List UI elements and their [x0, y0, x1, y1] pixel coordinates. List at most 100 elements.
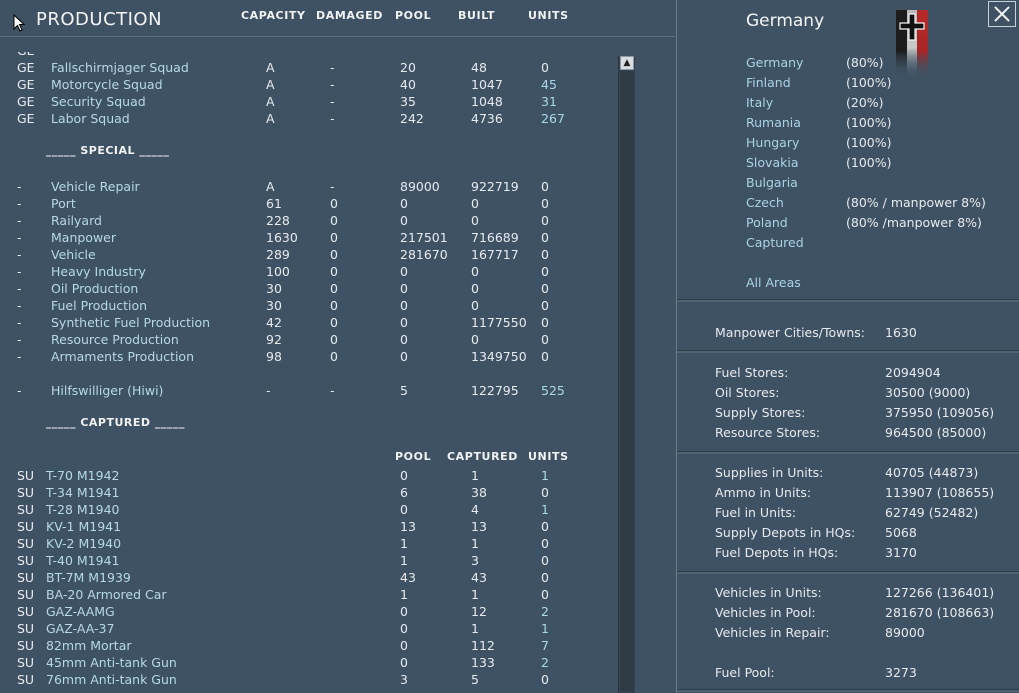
- fuel-pool-value: 3273: [885, 665, 917, 680]
- scrollbar[interactable]: ▲: [618, 56, 635, 693]
- row-captured: 38: [471, 485, 487, 500]
- all-areas-link[interactable]: All Areas: [746, 275, 801, 291]
- table-row[interactable]: - Fuel Production 30 0 0 0 0: [0, 297, 620, 314]
- area-link[interactable]: Slovakia: [746, 155, 798, 171]
- captured-row[interactable]: SU GAZ-AAMG 0 12 2: [0, 603, 620, 620]
- captured-row[interactable]: SU T-34 M1941 6 38 0: [0, 484, 620, 501]
- area-link[interactable]: Czech: [746, 195, 784, 211]
- table-row[interactable]: - Armaments Production 98 0 0 1349750 0: [0, 348, 620, 365]
- row-pool: 0: [400, 349, 408, 364]
- row-damaged: 0: [330, 332, 338, 347]
- row-prefix: -: [17, 332, 22, 347]
- area-link[interactable]: Poland: [746, 215, 788, 231]
- stat-value: 40705 (44873): [885, 465, 979, 480]
- captured-row[interactable]: SU T-70 M1942 0 1 1: [0, 467, 620, 484]
- row-damaged: 0: [330, 349, 338, 364]
- row-name: Fuel Production: [51, 298, 148, 313]
- captured-row[interactable]: SU GAZ-AA-37 0 1 1: [0, 620, 620, 637]
- stat-value: 127266 (136401): [885, 585, 995, 600]
- table-row[interactable]: - Hilfswilliger (Hiwi) - - 5 122795 525: [0, 382, 620, 399]
- row-units: 1: [541, 468, 549, 483]
- row-name: Security Squad: [51, 94, 146, 109]
- table-row[interactable]: - Oil Production 30 0 0 0 0: [0, 280, 620, 297]
- row-prefix: -: [17, 349, 22, 364]
- row-built: 0: [471, 332, 479, 347]
- area-link[interactable]: Captured: [746, 235, 804, 251]
- area-link[interactable]: Germany: [746, 55, 803, 71]
- close-button[interactable]: [988, 1, 1016, 27]
- row-prefix: -: [17, 196, 22, 211]
- row-prefix: SU: [17, 672, 35, 687]
- scroll-thumb[interactable]: [620, 71, 634, 691]
- row-units: 0: [541, 553, 549, 568]
- captured-row[interactable]: SU 82mm Mortar 0 112 7: [0, 637, 620, 654]
- area-link[interactable]: Italy: [746, 95, 773, 111]
- table-row[interactable]: GE Security Squad A - 35 1048 31: [0, 93, 620, 110]
- area-link[interactable]: Finland: [746, 75, 791, 91]
- scroll-up-button[interactable]: ▲: [620, 56, 634, 70]
- table-row[interactable]: GE Fallschirmjager Squad A - 20 48 0: [0, 59, 620, 76]
- row-capacity: 100: [266, 264, 290, 279]
- stat-value: 113907 (108655): [885, 485, 995, 500]
- area-percent: (20%): [846, 95, 884, 110]
- row-built: 0: [471, 264, 479, 279]
- stat-label: Ammo in Units:: [715, 485, 812, 500]
- row-captured: 12: [471, 604, 487, 619]
- row-capacity: A: [266, 77, 275, 92]
- row-units: 0: [541, 485, 549, 500]
- row-pool: 0: [400, 196, 408, 211]
- row-name: Hilfswilliger (Hiwi): [51, 383, 164, 398]
- area-percent: (100%): [846, 115, 892, 130]
- row-damaged: 0: [330, 196, 338, 211]
- area-percent: (100%): [846, 135, 892, 150]
- row-name: GAZ-AAMG: [46, 604, 115, 619]
- col-damaged-header: DAMAGED: [316, 9, 383, 22]
- area-percent: (100%): [846, 155, 892, 170]
- row-capacity: A: [266, 179, 275, 194]
- captured-row[interactable]: SU BA-20 Armored Car 1 1 0: [0, 586, 620, 603]
- captured-row[interactable]: SU KV-2 M1940 1 1 0: [0, 535, 620, 552]
- table-row[interactable]: - Vehicle 289 0 281670 167717 0: [0, 246, 620, 263]
- area-link[interactable]: Bulgaria: [746, 175, 798, 191]
- table-row[interactable]: - Resource Production 92 0 0 0 0: [0, 331, 620, 348]
- page-title: PRODUCTION: [36, 9, 163, 30]
- captured-row[interactable]: SU 45mm Anti-tank Gun 0 133 2: [0, 654, 620, 671]
- captured-col-captured-header: CAPTURED: [447, 450, 518, 463]
- row-pool: 0: [400, 315, 408, 330]
- table-row[interactable]: - Manpower 1630 0 217501 716689 0: [0, 229, 620, 246]
- row-name: Oil Production: [51, 281, 139, 296]
- table-row[interactable]: - Railyard 228 0 0 0 0: [0, 212, 620, 229]
- row-built: 0: [471, 196, 479, 211]
- table-row[interactable]: - Heavy Industry 100 0 0 0 0: [0, 263, 620, 280]
- row-units: 0: [541, 672, 549, 687]
- row-damaged: 0: [330, 213, 338, 228]
- table-row[interactable]: - Port 61 0 0 0 0: [0, 195, 620, 212]
- row-pool: 6: [400, 485, 408, 500]
- row-units: 0: [541, 60, 549, 75]
- table-row[interactable]: GE Labor Squad A - 242 4736 267: [0, 110, 620, 127]
- captured-row[interactable]: SU T-28 M1940 0 4 1: [0, 501, 620, 518]
- table-row[interactable]: - Synthetic Fuel Production 42 0 0 11775…: [0, 314, 620, 331]
- row-name: BA-20 Armored Car: [46, 587, 167, 602]
- captured-row[interactable]: SU KV-1 M1941 13 13 0: [0, 518, 620, 535]
- row-capacity: 92: [266, 332, 282, 347]
- row-pool: 20: [400, 60, 416, 75]
- col-pool-header: POOL: [395, 9, 432, 22]
- table-row[interactable]: - Vehicle Repair A - 89000 922719 0: [0, 178, 620, 195]
- row-name: Resource Production: [51, 332, 179, 347]
- row-damaged: 0: [330, 298, 338, 313]
- divider: [677, 451, 1019, 454]
- captured-row[interactable]: SU 76mm Anti-tank Gun 3 5 0: [0, 671, 620, 688]
- row-built: 0: [471, 298, 479, 313]
- row-capacity: 30: [266, 298, 282, 313]
- row-pool: 217501: [400, 230, 448, 245]
- row-prefix: SU: [17, 570, 35, 585]
- table-row[interactable]: GE Motorcycle Squad A - 40 1047 45: [0, 76, 620, 93]
- area-link[interactable]: Rumania: [746, 115, 801, 131]
- captured-row[interactable]: SU BT-7M M1939 43 43 0: [0, 569, 620, 586]
- row-name: BT-7M M1939: [46, 570, 131, 585]
- area-link[interactable]: Hungary: [746, 135, 799, 151]
- captured-row[interactable]: SU T-40 M1941 1 3 0: [0, 552, 620, 569]
- production-list[interactable]: GE GE Fallschirmjager Squad A - 20 48 0 …: [0, 40, 620, 693]
- row-damaged: -: [330, 77, 335, 92]
